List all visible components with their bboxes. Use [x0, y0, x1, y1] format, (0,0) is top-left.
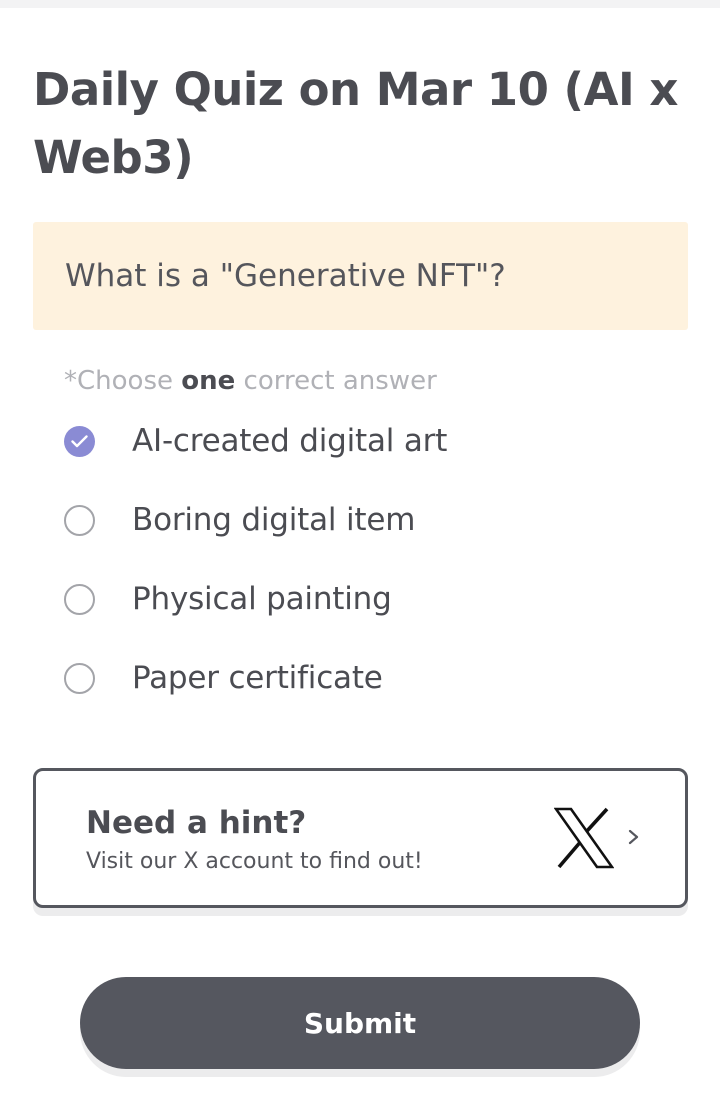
checkmark-icon [71, 434, 88, 447]
page-title: Daily Quiz on Mar 10 (AI x Web3) [33, 63, 678, 184]
question-card: What is a "Generative NFT"? [33, 222, 688, 330]
instruction-prefix: *Choose [64, 366, 182, 396]
question-text: What is a "Generative NFT"? [65, 258, 506, 294]
radio-unchecked-icon[interactable] [64, 504, 95, 536]
hint-subtitle: Visit our X account to find out! [86, 849, 423, 874]
option-label: Boring digital item [132, 502, 416, 538]
instruction-emphasis: one [181, 366, 236, 396]
hint-card-link[interactable]: Need a hint? Visit our X account to find… [33, 768, 688, 908]
radio-unchecked-icon[interactable] [64, 662, 95, 694]
chevron-right-icon [628, 829, 639, 845]
answer-option-ai-created-digital-art[interactable]: AI-created digital art [64, 419, 664, 463]
answer-instruction: *Choose one correct answer [64, 366, 437, 396]
instruction-suffix: correct answer [235, 366, 437, 396]
radio-unchecked-icon[interactable] [64, 583, 95, 615]
radio-checked-icon[interactable] [64, 425, 95, 457]
answer-option-physical-painting[interactable]: Physical painting [64, 577, 664, 621]
option-label: Physical painting [132, 581, 392, 617]
answer-option-paper-certificate[interactable]: Paper certificate [64, 656, 664, 700]
answer-option-boring-digital-item[interactable]: Boring digital item [64, 498, 664, 542]
x-logo-icon [554, 807, 614, 869]
option-label: AI-created digital art [132, 423, 448, 459]
option-label: Paper certificate [132, 660, 383, 696]
hint-title: Need a hint? [86, 805, 307, 841]
submit-button[interactable]: Submit [80, 977, 640, 1069]
top-bar [0, 0, 720, 8]
